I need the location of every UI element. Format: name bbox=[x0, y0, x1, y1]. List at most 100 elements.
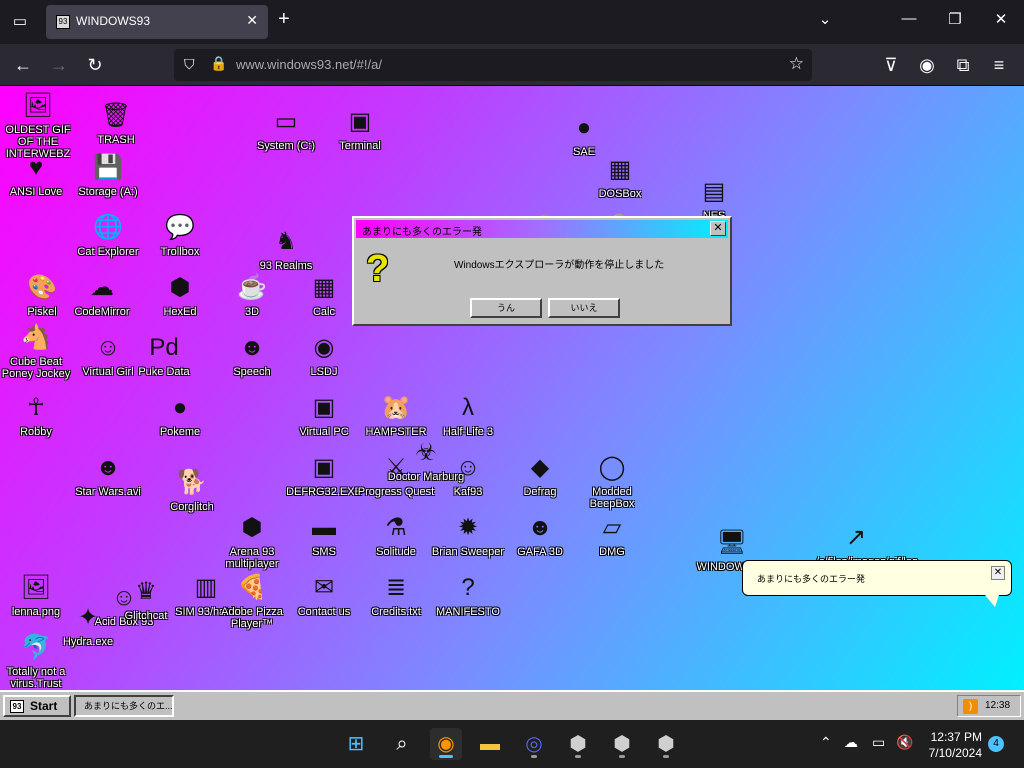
notification-badge[interactable]: 4 bbox=[988, 736, 1004, 752]
desktop-icon-label: DOSBox bbox=[598, 188, 642, 200]
firefox-icon[interactable]: ◉ bbox=[430, 728, 462, 760]
app-icon-1[interactable]: ⬢ bbox=[562, 728, 594, 760]
desktop-icon[interactable]: ◆ Defrag bbox=[500, 452, 580, 498]
desktop-icon[interactable]: ⬢ Arena 93 multiplayer bbox=[212, 512, 292, 570]
desktop-icon[interactable]: 🗑 TRASH bbox=[76, 100, 156, 146]
yes-button[interactable]: うん bbox=[470, 298, 542, 318]
app-icon: 🌐 bbox=[93, 214, 123, 241]
balloon-close-icon[interactable]: ✕ bbox=[991, 566, 1005, 580]
close-window-icon[interactable]: ✕ bbox=[986, 10, 1016, 28]
desktop-icon[interactable]: ▱ DMG bbox=[572, 512, 652, 558]
lock-icon[interactable]: 🔒 bbox=[210, 55, 227, 72]
desktop-icon[interactable]: 💾 Storage (A:) bbox=[68, 152, 148, 198]
tab-close-icon[interactable]: ✕ bbox=[246, 12, 258, 29]
desktop-icon[interactable]: ☻ GAFA 3D bbox=[500, 512, 580, 558]
list-all-tabs-icon[interactable]: ⌄ bbox=[810, 10, 840, 28]
account-icon[interactable]: ◉ bbox=[914, 52, 940, 78]
desktop-icon[interactable]: ☺ Kaf93 bbox=[428, 452, 508, 498]
forward-icon[interactable]: → bbox=[46, 52, 72, 78]
desktop-icon[interactable]: ☻ Speech bbox=[212, 332, 292, 378]
minimize-icon[interactable]: — bbox=[894, 10, 924, 27]
desktop-icon[interactable]: ▣ DEFRG32.EXE bbox=[284, 452, 364, 498]
desktop-icon[interactable]: 🖼 OLDEST GIF OF THE INTERWEBZ bbox=[0, 90, 78, 160]
clock-time[interactable]: 12:37 PM bbox=[922, 730, 982, 744]
no-button[interactable]: いいえ bbox=[548, 298, 620, 318]
app-icon: ▣ bbox=[312, 454, 336, 481]
app-icon: Pd bbox=[149, 334, 179, 361]
balloon-text: あまりにも多くのエラー発 bbox=[757, 574, 866, 584]
desktop-icon[interactable]: λ Half-Life 3 bbox=[428, 392, 508, 438]
desktop-icon[interactable]: ♞ 93 Realms bbox=[246, 226, 326, 272]
desktop-icon[interactable]: ◉ LSDJ bbox=[284, 332, 364, 378]
app-icon: ▣ bbox=[348, 108, 372, 135]
app-icon: ♛ bbox=[135, 578, 157, 605]
taskbar-task-error[interactable]: あまりにも多くのエ... bbox=[74, 695, 174, 717]
app-icon-3[interactable]: ⬢ bbox=[650, 728, 682, 760]
desktop-icon[interactable]: ☕ 3D bbox=[212, 272, 292, 318]
restore-icon[interactable]: ❐ bbox=[940, 10, 970, 28]
desktop-icon[interactable]: 🐕 Corglitch bbox=[152, 467, 232, 513]
onedrive-icon[interactable]: ☁ bbox=[844, 734, 858, 751]
desktop-icon[interactable]: 🍕 Adobe Pizza Player™ bbox=[212, 572, 292, 630]
network-icon[interactable]: ▭ bbox=[872, 734, 885, 751]
desktop-icon[interactable]: ♥ ANSI Love bbox=[0, 152, 76, 198]
back-icon[interactable]: ← bbox=[10, 52, 36, 78]
desktop-icon-label: GAFA 3D bbox=[517, 546, 563, 558]
desktop-icon[interactable]: 🐹 HAMPSTER bbox=[356, 392, 436, 438]
desktop-icon[interactable]: ≣ Credits.txt bbox=[356, 572, 436, 618]
desktop-icon[interactable]: ⬢ HexEd bbox=[140, 272, 220, 318]
extensions-icon[interactable]: ⧉ bbox=[950, 52, 976, 78]
menu-icon[interactable]: ≡ bbox=[986, 52, 1012, 78]
pocket-icon[interactable]: ⊽ bbox=[878, 52, 904, 78]
reload-icon[interactable]: ↻ bbox=[82, 52, 108, 78]
desktop-icon[interactable]: 💬 Trollbox bbox=[140, 212, 220, 258]
app-icon-2[interactable]: ⬢ bbox=[606, 728, 638, 760]
desktop-icon-label: ANSI Love bbox=[9, 186, 63, 198]
rss-icon[interactable]: ) bbox=[963, 699, 978, 714]
discord-icon[interactable]: ◎ bbox=[518, 728, 550, 760]
dialog-close-icon[interactable]: ✕ bbox=[710, 221, 726, 236]
desktop-icon[interactable]: ⚗ Solitude bbox=[356, 512, 436, 558]
desktop-icon[interactable]: ▬ SMS bbox=[284, 512, 364, 558]
desktop-icon[interactable]: ◯ Modded BeepBox bbox=[572, 452, 652, 510]
url-bar[interactable]: ⛉ 🔒 www.windows93.net/#!/a/ ☆ bbox=[174, 49, 812, 81]
clock-date[interactable]: 7/10/2024 bbox=[922, 746, 982, 760]
notification-balloon[interactable]: あまりにも多くのエラー発 ✕ bbox=[742, 560, 1012, 596]
chevron-up-icon[interactable]: ⌃ bbox=[820, 734, 832, 751]
shield-icon[interactable]: ⛉ bbox=[184, 56, 195, 73]
desktop-icon[interactable]: ☁ CodeMirror bbox=[62, 272, 142, 318]
new-tab-button[interactable]: + bbox=[278, 8, 290, 31]
app-icon: 🐴 bbox=[21, 324, 51, 351]
desktop-icon[interactable]: ● SAE bbox=[544, 112, 624, 158]
bookmark-star-icon[interactable]: ☆ bbox=[789, 54, 804, 74]
dialog-titlebar[interactable]: あまりにも多くのエラー発 ✕ bbox=[356, 220, 728, 238]
start-button[interactable]: 93 Start bbox=[3, 695, 71, 717]
desktop-icon[interactable]: ▦ DOSBox bbox=[580, 154, 660, 200]
windows-start-icon[interactable]: ⊞ bbox=[340, 728, 372, 760]
app-icon: ● bbox=[172, 394, 188, 421]
desktop-icon[interactable]: ☻ Star Wars.avi bbox=[68, 452, 148, 498]
question-icon: ? bbox=[366, 248, 390, 290]
desktop-icon[interactable]: 🐬 Totally not a virus.Trust bbox=[0, 632, 76, 690]
app-icon: ☻ bbox=[527, 514, 553, 541]
desktop-icon[interactable]: ▣ Virtual PC bbox=[284, 392, 364, 438]
desktop-icon[interactable]: ☥ Robby bbox=[0, 392, 76, 438]
desktop-icon-label: TRASH bbox=[97, 134, 135, 146]
desktop-icon[interactable]: ▭ System (C:) bbox=[246, 106, 326, 152]
desktop-icon[interactable]: 🐴 Cube Beat Poney Jockey bbox=[0, 322, 76, 380]
app-icon: λ bbox=[462, 394, 474, 421]
app-icon: ▬ bbox=[312, 514, 336, 541]
desktop-icon[interactable]: Pd Puke Data bbox=[124, 332, 204, 378]
desktop-icon[interactable]: ✉ Contact us bbox=[284, 572, 364, 618]
search-icon[interactable]: ⌕ bbox=[386, 728, 418, 760]
volume-muted-icon[interactable]: 🔇 bbox=[896, 734, 913, 751]
browser-tab[interactable]: 93 WINDOWS93 ✕ bbox=[46, 5, 268, 39]
file-explorer-icon[interactable]: ▬ bbox=[474, 728, 506, 760]
desktop-icon[interactable]: ? MANIFESTO bbox=[428, 572, 508, 618]
desktop-icon[interactable]: ● Pokeme bbox=[140, 392, 220, 438]
desktop-icon[interactable]: 🌐 Cat Explorer bbox=[68, 212, 148, 258]
tab-list-icon[interactable]: ▭ bbox=[6, 9, 34, 35]
desktop-icon[interactable]: ✹ Brian Sweeper bbox=[428, 512, 508, 558]
url-text[interactable]: www.windows93.net/#!/a/ bbox=[236, 57, 382, 72]
desktop-icon[interactable]: ▣ Terminal bbox=[320, 106, 400, 152]
